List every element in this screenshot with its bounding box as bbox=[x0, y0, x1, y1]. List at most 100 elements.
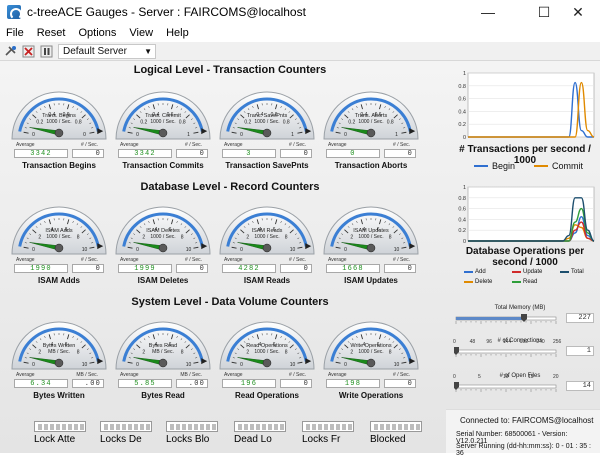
lock-counter-label: Dead Lo bbox=[234, 434, 298, 445]
gauge-face-unit: 1000 / Sec. bbox=[358, 349, 383, 355]
gauge-face-unit: 1000 / Sec. bbox=[150, 119, 175, 125]
gauge-tick-label: 8 bbox=[285, 349, 288, 355]
menu-reset[interactable]: Reset bbox=[31, 27, 73, 39]
lock-counter-label: Lock Atte bbox=[34, 434, 98, 445]
gauge-face-unit: 1000 / Sec. bbox=[46, 234, 71, 240]
gauge-tick-label: 0 bbox=[83, 132, 86, 138]
y-tick-label: 1 bbox=[463, 71, 466, 77]
slider-title-total-memory: Total Memory (MB) bbox=[470, 305, 570, 311]
gauge-tick-label: 2 bbox=[246, 234, 249, 240]
y-tick-label: 0 bbox=[463, 239, 466, 245]
average-label: Average bbox=[120, 257, 139, 263]
average-value: 3342 bbox=[14, 149, 68, 158]
gauge-caption-row: Average# / Sec. bbox=[326, 142, 416, 149]
rate-unit-label: # / Sec. bbox=[289, 257, 306, 263]
chevron-down-icon: ▼ bbox=[144, 45, 152, 58]
menu-file[interactable]: File bbox=[0, 27, 31, 39]
slider-scale-label: 0 bbox=[453, 374, 456, 380]
average-value: 196 bbox=[222, 379, 276, 388]
average-label: Average bbox=[328, 142, 347, 148]
main-panel: Logical Level - Transaction Counters Dat… bbox=[0, 61, 600, 453]
lock-counter-label: Locks Fr bbox=[302, 434, 366, 445]
lock-counter-0: Lock Atte bbox=[34, 421, 98, 453]
menu-options[interactable]: Options bbox=[72, 27, 123, 39]
legend-commit-swatch bbox=[534, 165, 548, 167]
connect-icon[interactable] bbox=[4, 45, 17, 58]
lock-counter-display bbox=[100, 421, 152, 432]
menu-help[interactable]: Help bbox=[160, 27, 196, 39]
slider-thumb bbox=[521, 314, 527, 322]
title-bar: c-treeACE Gauges - Server : FAIRCOMS@loc… bbox=[0, 0, 600, 24]
legend-commit: Commit bbox=[534, 161, 583, 171]
gauge-dial: 0246810Write Operations1000 / Sec. bbox=[322, 311, 420, 373]
average-value: 1990 bbox=[14, 264, 68, 273]
gauge-tick-label: 10 bbox=[82, 247, 88, 253]
lock-counter-3: Dead Lo bbox=[234, 421, 298, 453]
app-icon bbox=[7, 5, 21, 19]
section-title-transaction: Logical Level - Transaction Counters bbox=[120, 64, 340, 76]
transactions-chart-plot: 10.80.60.40.20 bbox=[452, 69, 598, 141]
gauge-tick-label: 8 bbox=[181, 234, 184, 240]
gauge-tick-label: 10 bbox=[82, 362, 88, 368]
y-tick-label: 0.2 bbox=[458, 122, 466, 128]
gauge-dial: 0246810ISAM Deletes1000 / Sec. bbox=[114, 196, 212, 258]
legend-delete: Delete bbox=[464, 279, 492, 285]
gauge-tick-label: 0 bbox=[32, 362, 35, 368]
gauge-caption-row: Average# / Sec. bbox=[118, 142, 208, 149]
disconnect-icon[interactable] bbox=[22, 45, 35, 58]
gauge-face-unit: 1000 / Sec. bbox=[150, 234, 175, 240]
gauge-label: Transaction Aborts bbox=[312, 161, 430, 170]
gauge-caption-row: Average# / Sec. bbox=[326, 257, 416, 264]
rate-value: 0 bbox=[280, 264, 312, 273]
y-tick-label: 0.4 bbox=[458, 109, 466, 115]
slider-scale-label: 96 bbox=[486, 339, 492, 345]
gauge-trans-savepoints: 00.20.40.60.81Tranc. SavePnts1000 / Sec.… bbox=[218, 81, 316, 143]
legend-read-swatch bbox=[512, 281, 521, 283]
gauge-face-unit: MB / Sec. bbox=[48, 349, 70, 355]
gauge-tick-label: 0.8 bbox=[75, 119, 82, 125]
gauge-dial: 0246810ISAM Reads1000 / Sec. bbox=[218, 196, 316, 258]
gauge-dial: 00.20.40.60.81Trans. Commit1000 / Sec. bbox=[114, 81, 212, 143]
gauge-tick-label: 0.2 bbox=[348, 119, 355, 125]
gauge-dial: 0246810Read Operations1000 / Sec. bbox=[218, 311, 316, 373]
close-icon[interactable]: ✕ bbox=[556, 0, 600, 24]
pause-icon[interactable] bbox=[40, 45, 53, 58]
average-value: 5.85 bbox=[118, 379, 172, 388]
gauge-dial: 0246810Bytes WrittenMB / Sec. bbox=[10, 311, 108, 373]
lock-counter-label: Locks De bbox=[100, 434, 164, 445]
average-label: Average bbox=[16, 372, 35, 378]
gauge-label: ISAM Adds bbox=[0, 276, 118, 285]
rate-unit-label: # / Sec. bbox=[81, 257, 98, 263]
gauge-tick-label: 8 bbox=[285, 234, 288, 240]
lock-counter-4: Locks Fr bbox=[302, 421, 366, 453]
gauge-tick-label: 0.8 bbox=[283, 119, 290, 125]
legend-total: Total bbox=[560, 269, 584, 275]
legend-update-swatch bbox=[512, 271, 521, 273]
minimize-icon[interactable]: — bbox=[466, 0, 510, 24]
y-tick-label: 0.6 bbox=[458, 97, 466, 103]
menu-bar: File Reset Options View Help bbox=[0, 24, 600, 42]
rate-unit-label: # / Sec. bbox=[289, 372, 306, 378]
gauge-tick-label: 2 bbox=[350, 349, 353, 355]
average-value: 1999 bbox=[118, 264, 172, 273]
server-select[interactable]: Default Server ▼ bbox=[58, 44, 156, 59]
slider-value-total-memory: 227 bbox=[566, 313, 594, 323]
gauge-tick-label: 0.2 bbox=[244, 119, 251, 125]
slider-open-files bbox=[454, 380, 560, 396]
gauge-caption-row: Average# / Sec. bbox=[222, 372, 312, 379]
database-ops-chart: 10.80.60.40.20 Database Operations per s… bbox=[452, 183, 598, 293]
slider-fill bbox=[456, 317, 524, 320]
average-value: 4282 bbox=[222, 264, 276, 273]
slider-scale-label: 5 bbox=[478, 374, 481, 380]
gauge-label: Bytes Read bbox=[104, 391, 222, 400]
menu-view[interactable]: View bbox=[123, 27, 160, 39]
gauge-label: Write Operations bbox=[312, 391, 430, 400]
average-value: 6.34 bbox=[14, 379, 68, 388]
y-tick-label: 0 bbox=[463, 135, 466, 141]
gauge-trans-aborts: 00.20.40.60.81Trans. Aborts1000 / Sec.Av… bbox=[322, 81, 420, 143]
gauge-tick-label: 0 bbox=[136, 362, 139, 368]
gauge-isam-updates: 0246810ISAM Updates1000 / Sec.Average# /… bbox=[322, 196, 420, 258]
gauge-tick-label: 8 bbox=[389, 349, 392, 355]
rate-value: 0 bbox=[176, 149, 208, 158]
gauge-tick-label: 2 bbox=[350, 234, 353, 240]
